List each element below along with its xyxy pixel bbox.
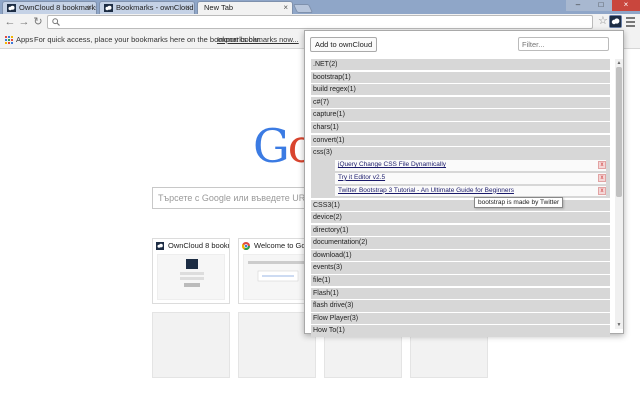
delete-bookmark-button[interactable]: x: [598, 161, 606, 170]
bookmark-link[interactable]: jQuery Change CSS File Dynamically: [338, 161, 446, 168]
tag-row[interactable]: How To(1): [311, 325, 610, 337]
tag-row[interactable]: Flow Player(3): [311, 312, 610, 325]
most-visited-tile-empty: [152, 312, 230, 378]
bookmark-link[interactable]: Twitter Bootstrap 3 Tutorial - An Ultima…: [338, 187, 514, 194]
tab-title: New Tab: [204, 3, 234, 12]
tile-title: OwnCloud 8 bookmarks: [168, 241, 229, 250]
new-tab-button[interactable]: [292, 4, 314, 13]
popup-scrollbar[interactable]: ▲ ▼: [615, 59, 623, 329]
close-icon[interactable]: ×: [185, 2, 190, 13]
import-bookmarks-link[interactable]: Import bookmarks now...: [217, 31, 299, 49]
scroll-up-arrow-icon[interactable]: ▲: [616, 60, 622, 66]
tab-owncloud-bookmarks[interactable]: OwnCloud 8 bookmarks ×: [2, 1, 97, 14]
google-search-input[interactable]: Търсете с Google или въведете URL адрес: [152, 187, 322, 209]
bookmark-link[interactable]: Try it Editor v2.5: [338, 174, 385, 181]
tag-row[interactable]: chars(1): [311, 121, 610, 134]
tag-list: .NET(2) bootstrap(1) build regex(1) c#(7…: [311, 59, 610, 338]
scroll-down-arrow-icon[interactable]: ▼: [616, 322, 622, 328]
apps-link[interactable]: Apps: [16, 31, 33, 49]
bookmark-item: Try it Editor v2.5 x: [335, 172, 606, 184]
delete-bookmark-button[interactable]: x: [598, 186, 606, 195]
browser-toolbar: ← → ↻ ☆: [0, 14, 640, 31]
tag-row-expanded[interactable]: css(3) jQuery Change CSS File Dynamicall…: [311, 147, 610, 199]
tag-row[interactable]: documentation(2): [311, 237, 610, 249]
tooltip: bootstrap is made by Twitter: [474, 197, 564, 208]
tab-new-tab[interactable]: New Tab ×: [197, 1, 293, 14]
tag-row[interactable]: directory(1): [311, 224, 610, 236]
tag-row[interactable]: convert(1): [311, 134, 610, 146]
reload-button[interactable]: ↻: [32, 16, 44, 28]
owncloud-icon: [610, 16, 621, 27]
tag-row[interactable]: .NET(2): [311, 59, 610, 71]
omnibox[interactable]: [47, 15, 593, 29]
minimize-button[interactable]: –: [566, 0, 590, 11]
owncloud-icon: [156, 242, 164, 250]
owncloud-icon: [104, 4, 113, 12]
tag-row-label: css(3): [313, 149, 333, 157]
forward-button[interactable]: →: [18, 16, 30, 28]
maximize-button[interactable]: □: [590, 0, 612, 11]
tag-row[interactable]: events(3): [311, 262, 610, 274]
tag-row[interactable]: build regex(1): [311, 84, 610, 96]
owncloud-icon: [7, 4, 16, 12]
menu-icon[interactable]: [626, 17, 635, 29]
tag-row[interactable]: file(1): [311, 275, 610, 287]
tile-thumbnail: [157, 254, 225, 300]
tag-row[interactable]: flash drive(3): [311, 300, 610, 312]
search-icon: [52, 18, 60, 26]
apps-icon[interactable]: [5, 36, 13, 44]
tab-strip: OwnCloud 8 bookmarks × Bookmarks - ownCl…: [0, 0, 640, 14]
tag-row[interactable]: Flash(1): [311, 287, 610, 299]
close-icon[interactable]: ×: [283, 2, 288, 13]
add-to-owncloud-button[interactable]: Add to ownCloud: [310, 37, 378, 52]
owncloud-extension-button[interactable]: [609, 15, 622, 28]
tab-title: Bookmarks - ownCloud: [116, 3, 194, 12]
close-window-button[interactable]: ×: [612, 0, 640, 11]
most-visited-tile[interactable]: OwnCloud 8 bookmarks: [152, 238, 230, 304]
star-icon[interactable]: ☆: [598, 15, 608, 28]
tab-title: OwnCloud 8 bookmarks: [19, 3, 97, 12]
scroll-thumb[interactable]: [616, 67, 622, 197]
tab-bookmarks-owncloud[interactable]: Bookmarks - ownCloud ×: [99, 1, 195, 14]
bookmark-item: Twitter Bootstrap 3 Tutorial - An Ultima…: [335, 185, 606, 197]
chrome-icon: [242, 242, 250, 250]
tile-thumbnail: [243, 254, 311, 300]
tag-row[interactable]: download(1): [311, 249, 610, 262]
tag-row[interactable]: CSS3(1): [311, 199, 610, 211]
close-icon[interactable]: ×: [87, 2, 92, 13]
delete-bookmark-button[interactable]: x: [598, 173, 606, 182]
owncloud-bookmarks-popup: Add to ownCloud .NET(2) bootstrap(1) bui…: [304, 30, 624, 337]
filter-input[interactable]: [518, 37, 609, 51]
bookmark-item: jQuery Change CSS File Dynamically x: [335, 160, 606, 171]
tag-row[interactable]: c#(7): [311, 96, 610, 109]
tag-row[interactable]: device(2): [311, 212, 610, 224]
back-button[interactable]: ←: [4, 16, 16, 28]
tag-row[interactable]: capture(1): [311, 109, 610, 121]
tag-row[interactable]: bootstrap(1): [311, 71, 610, 83]
